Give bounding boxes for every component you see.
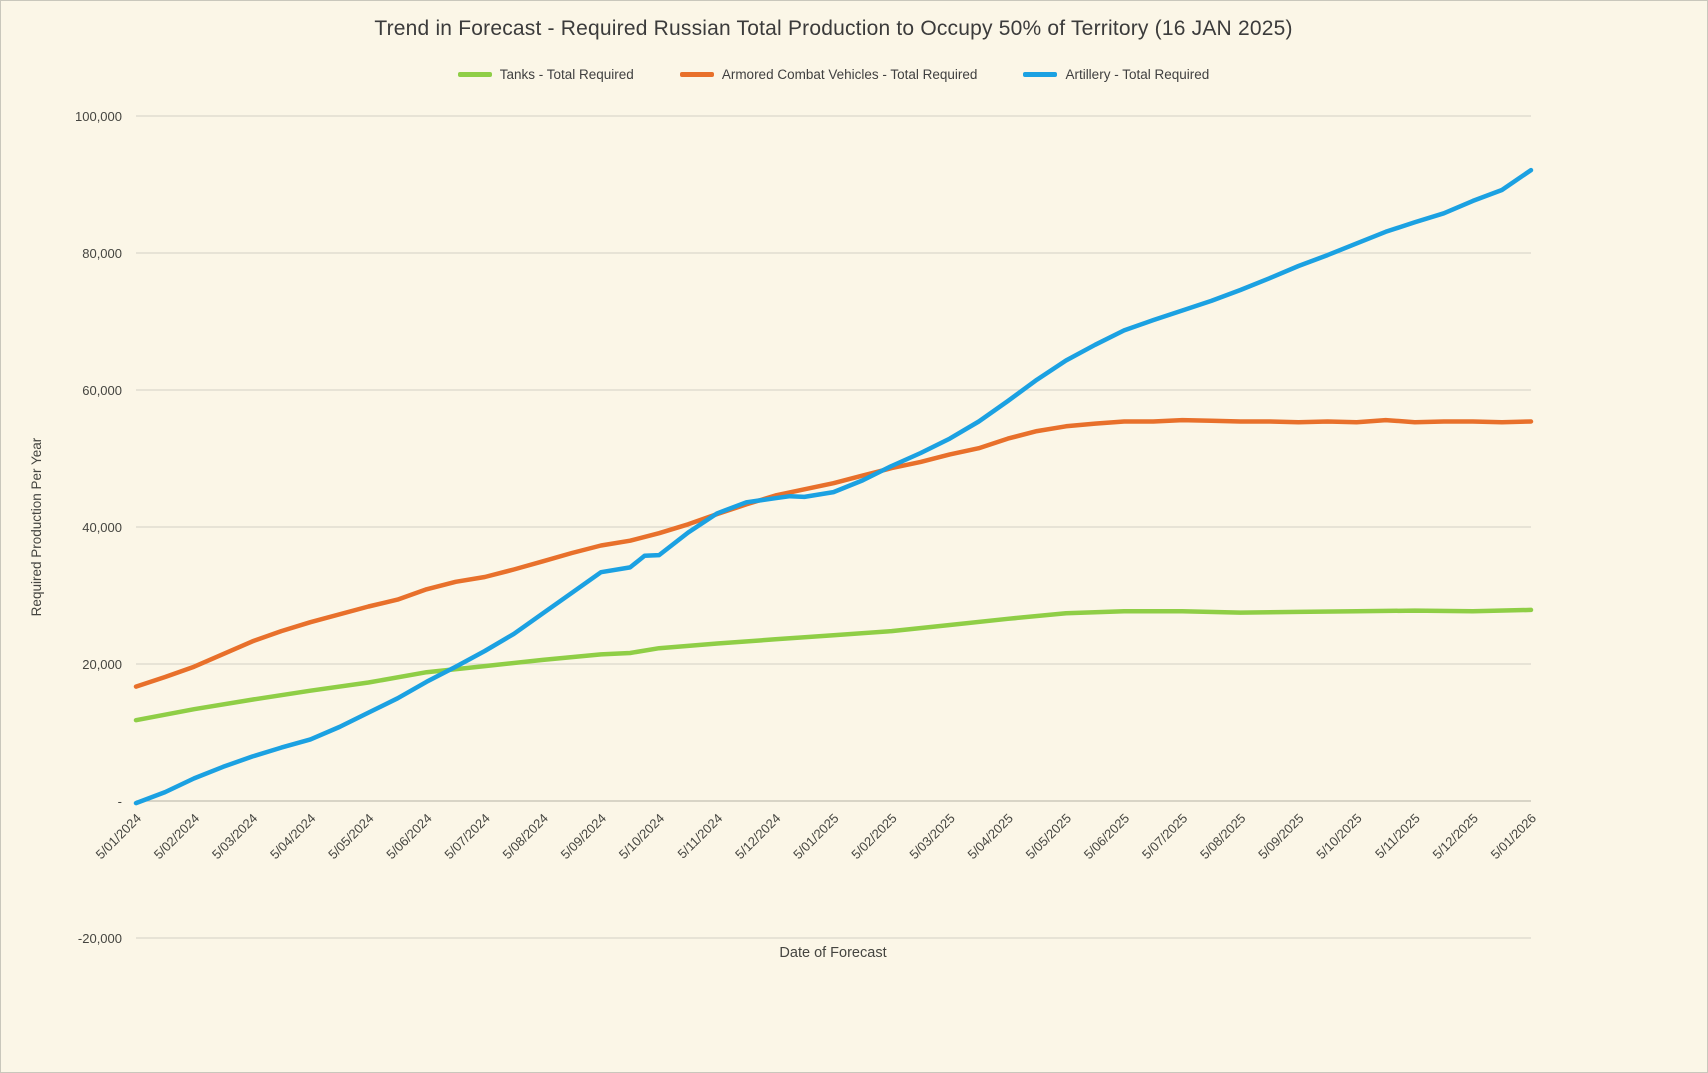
x-tick-label: 5/01/2024 bbox=[93, 811, 145, 863]
x-tick-label: 5/10/2024 bbox=[616, 811, 668, 863]
x-tick-label: 5/11/2024 bbox=[675, 811, 726, 862]
x-tick-label: 5/07/2024 bbox=[441, 811, 493, 863]
x-tick-label: 5/09/2025 bbox=[1255, 811, 1307, 863]
y-tick-label: -20,000 bbox=[78, 931, 122, 946]
x-tick-label: 5/08/2024 bbox=[499, 811, 551, 863]
x-tick-label: 5/07/2025 bbox=[1139, 811, 1191, 863]
x-tick-label: 5/03/2025 bbox=[906, 811, 958, 863]
x-axis-title: Date of Forecast bbox=[779, 945, 886, 961]
x-tick-label: 5/03/2024 bbox=[209, 811, 261, 863]
x-tick-label: 5/02/2025 bbox=[848, 811, 900, 863]
x-tick-label: 5/10/2025 bbox=[1313, 811, 1365, 863]
x-tick-label: 5/01/2026 bbox=[1488, 811, 1540, 863]
x-tick-label: 5/05/2025 bbox=[1023, 811, 1075, 863]
x-tick-label: 5/02/2024 bbox=[151, 811, 203, 863]
y-tick-label: 60,000 bbox=[82, 383, 122, 398]
x-tick-label: 5/09/2024 bbox=[558, 811, 610, 863]
y-tick-label: 80,000 bbox=[82, 246, 122, 261]
series-line-tanks bbox=[136, 610, 1531, 720]
y-tick-label: 100,000 bbox=[75, 109, 122, 124]
y-axis-title: Required Production Per Year bbox=[29, 437, 44, 616]
forecast-chart-container: Trend in Forecast - Required Russian Tot… bbox=[0, 0, 1708, 1073]
x-tick-label: 5/11/2025 bbox=[1372, 811, 1423, 862]
x-tick-label: 5/05/2024 bbox=[325, 811, 377, 863]
x-tick-label: 5/04/2025 bbox=[964, 811, 1016, 863]
x-tick-label: 5/01/2025 bbox=[790, 811, 842, 863]
x-tick-label: 5/06/2025 bbox=[1081, 811, 1133, 863]
series-layer bbox=[136, 170, 1531, 803]
x-tick-label: 5/12/2025 bbox=[1429, 811, 1481, 863]
series-line-armored-combat-vehicles bbox=[136, 420, 1531, 686]
x-tick-label: 5/06/2024 bbox=[383, 811, 435, 863]
y-tick-label: 20,000 bbox=[82, 657, 122, 672]
series-line-artillery bbox=[136, 170, 1531, 803]
x-tick-label: 5/12/2024 bbox=[732, 811, 784, 863]
y-tick-label: 40,000 bbox=[82, 520, 122, 535]
plot-area: 100,000 80,000 60,000 40,000 20,000 - -20,000 5… bbox=[75, 109, 1539, 946]
x-tick-label: 5/08/2025 bbox=[1197, 811, 1249, 863]
y-tick-label: - bbox=[118, 794, 122, 809]
x-tick-label: 5/04/2024 bbox=[267, 811, 319, 863]
chart-svg: 100,000 80,000 60,000 40,000 20,000 - -20,000 5… bbox=[1, 1, 1708, 1073]
